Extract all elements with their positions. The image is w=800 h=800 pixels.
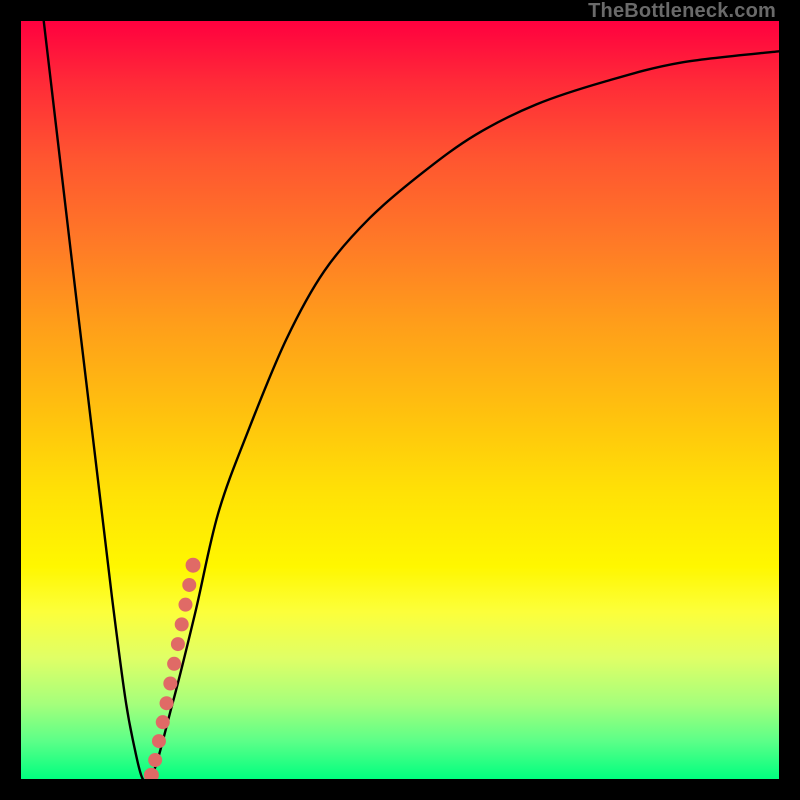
chart-frame: TheBottleneck.com bbox=[0, 0, 800, 800]
highlight-dot bbox=[148, 753, 162, 767]
highlight-dot bbox=[178, 598, 192, 612]
highlight-dot bbox=[156, 715, 170, 729]
chart-plot-area bbox=[21, 21, 779, 779]
watermark-text: TheBottleneck.com bbox=[588, 0, 776, 23]
highlight-dot bbox=[160, 696, 174, 710]
chart-svg bbox=[21, 21, 779, 779]
bottleneck-curve-line bbox=[44, 21, 779, 779]
highlight-dot bbox=[182, 578, 196, 592]
highlight-dot bbox=[167, 657, 181, 671]
highlight-dot bbox=[163, 676, 177, 690]
highlight-dot bbox=[144, 768, 159, 779]
highlight-dots-group bbox=[144, 558, 201, 779]
highlight-dot bbox=[175, 617, 189, 631]
highlight-dot bbox=[152, 734, 166, 748]
highlight-dot bbox=[171, 637, 185, 651]
highlight-dot bbox=[186, 558, 201, 573]
